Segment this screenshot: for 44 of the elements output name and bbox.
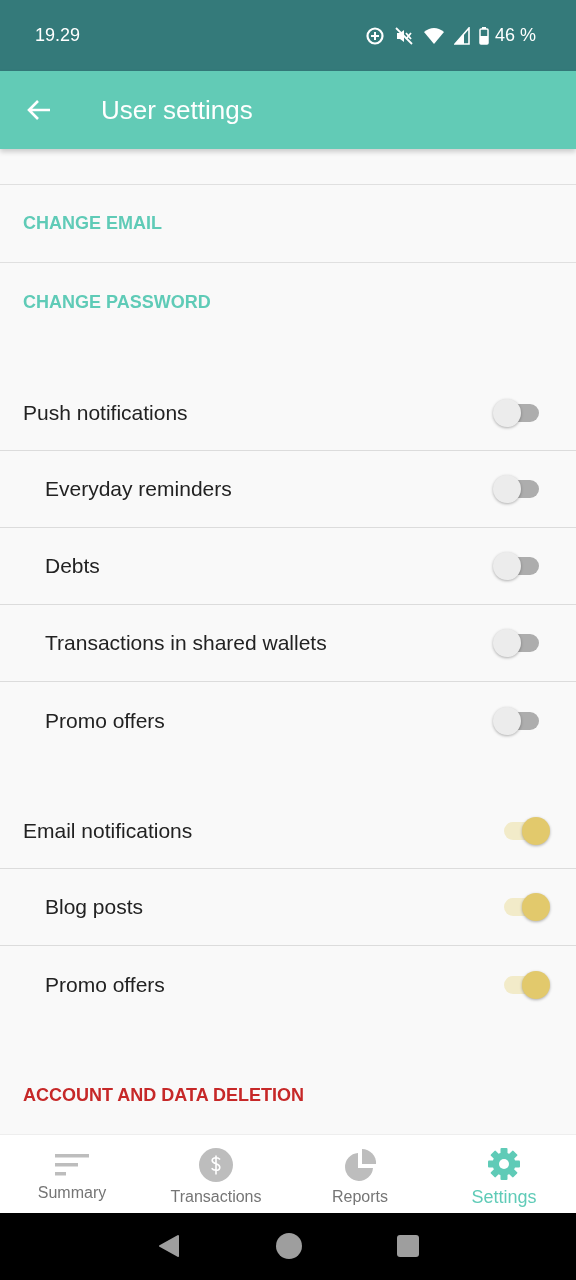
home-circle-icon[interactable] <box>276 1233 302 1260</box>
battery-icon <box>478 26 489 45</box>
toggle-switch[interactable] <box>493 475 539 504</box>
settings-row[interactable]: Transactions in shared wallets <box>0 605 576 683</box>
row-label: Blog posts <box>45 895 144 920</box>
battery-level: 46 % <box>494 25 536 47</box>
settings-row[interactable]: Blog posts <box>0 869 576 947</box>
recents-square-icon[interactable] <box>396 1235 419 1258</box>
settings-row[interactable]: Debts <box>0 528 576 606</box>
row-label: Transactions in shared wallets <box>45 631 327 656</box>
settings-row[interactable]: Email notifications <box>0 793 576 870</box>
row-label: Debts <box>45 554 100 579</box>
screen-title: User settings <box>101 94 253 126</box>
settings-row[interactable]: Promo offers <box>0 682 576 760</box>
toggle-switch[interactable] <box>504 970 550 999</box>
mute-icon <box>393 25 414 46</box>
row-label: Promo offers <box>45 708 165 733</box>
toggle-switch[interactable] <box>493 398 539 427</box>
signal-icon <box>453 26 470 45</box>
back-arrow-icon[interactable] <box>26 99 52 122</box>
data-saver-icon <box>364 25 385 46</box>
settings-icon <box>487 1146 521 1181</box>
row-label: Email notifications <box>23 818 193 843</box>
toggle-switch[interactable] <box>504 816 550 845</box>
back-triangle-icon[interactable] <box>157 1234 182 1259</box>
nav-tab[interactable]: Reports <box>288 1135 432 1213</box>
dollar-coin-icon <box>199 1148 233 1183</box>
delete-account-link[interactable]: ACCOUNT AND DATA DELETION <box>0 1056 576 1135</box>
nav-tab[interactable]: Summary <box>0 1135 144 1213</box>
toggle-switch[interactable] <box>493 629 539 658</box>
pie-chart-icon <box>343 1148 377 1183</box>
row-label: Push notifications <box>23 400 188 425</box>
row-label: Promo offers <box>45 972 165 997</box>
wifi-icon <box>422 26 445 45</box>
nav-tab[interactable]: Transactions <box>144 1135 288 1213</box>
settings-row[interactable]: Everyday reminders <box>0 451 576 529</box>
clock-time: 19.29 <box>35 25 81 47</box>
settings-row[interactable]: Push notifications <box>0 375 576 452</box>
toggle-switch[interactable] <box>504 893 550 922</box>
row-label: Everyday reminders <box>45 477 232 502</box>
settings-row[interactable]: Promo offers <box>0 946 576 1024</box>
summary-bars-icon <box>55 1152 89 1179</box>
toggle-switch[interactable] <box>493 706 539 735</box>
toggle-switch[interactable] <box>493 552 539 581</box>
